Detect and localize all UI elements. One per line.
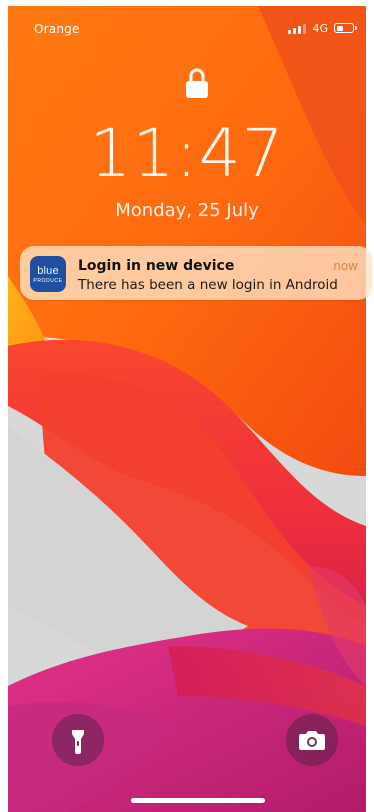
app-icon: blue PRODUCE — [30, 256, 66, 292]
clock-time: 11:47 — [89, 115, 285, 192]
status-indicators: 4G — [288, 20, 357, 36]
notification-title: Login in new device — [78, 258, 235, 274]
lock-screen: Orange 4G 11:47 Monday, 25 July blue PRO… — [0, 0, 374, 812]
battery-level — [336, 25, 343, 31]
app-icon-label: blue — [37, 265, 59, 277]
app-icon-sublabel: PRODUCE — [33, 278, 63, 284]
home-indicator[interactable] — [131, 798, 265, 803]
network-type: 4G — [312, 21, 328, 35]
clock-date: Monday, 25 July — [115, 200, 259, 221]
carrier-label: Orange — [34, 22, 80, 36]
lock-icon — [184, 66, 210, 102]
notification-card[interactable]: blue PRODUCE Login in new device There h… — [20, 246, 372, 300]
notification-body: There has been a new login in Android — [78, 277, 338, 293]
flashlight-button[interactable] — [52, 714, 104, 766]
camera-button[interactable] — [286, 714, 338, 766]
camera-icon — [299, 731, 325, 750]
flashlight-icon — [72, 730, 84, 754]
battery-icon — [334, 23, 357, 33]
signal-strength-icon — [288, 23, 307, 34]
notification-time: now — [333, 259, 358, 273]
